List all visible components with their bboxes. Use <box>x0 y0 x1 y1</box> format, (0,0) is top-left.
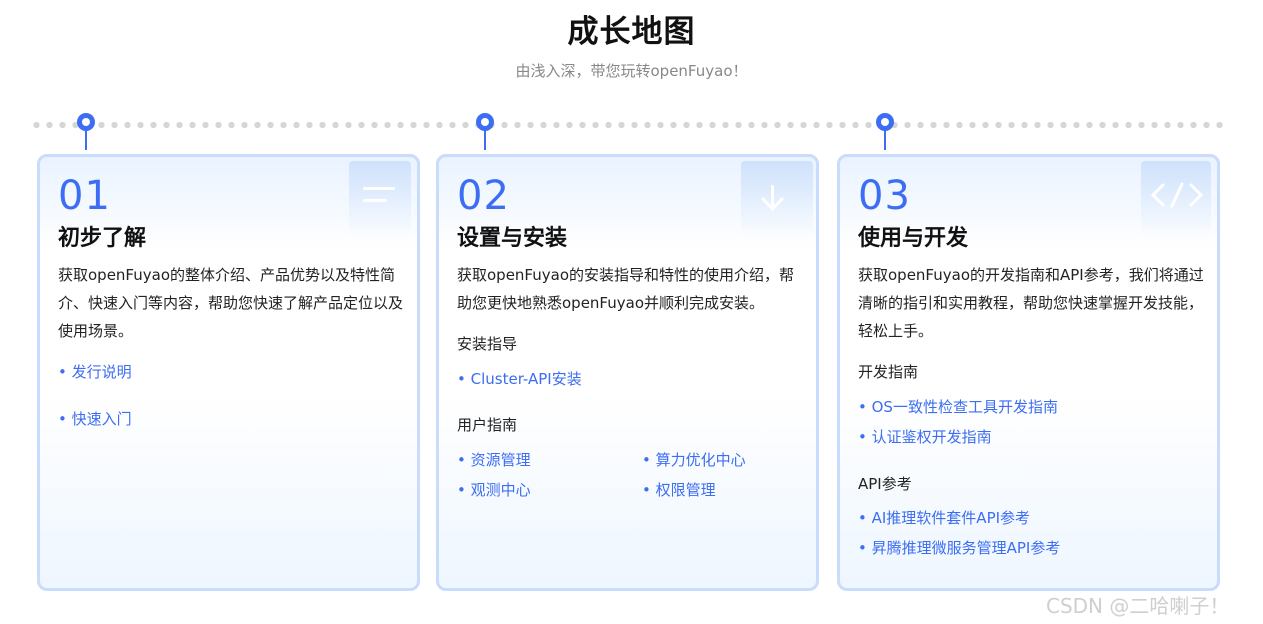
card-use-develop: 03 使用与开发 获取openFuyao的开发指南和API参考，我们将通过清晰的… <box>837 154 1220 591</box>
link-auth-dev-guide[interactable]: 认证鉴权开发指南 <box>858 426 992 447</box>
card-title: 使用与开发 <box>858 226 969 251</box>
card-number: 03 <box>858 173 911 219</box>
card-getting-started: 01 初步了解 获取openFuyao的整体介绍、产品优势以及特性简介、快速入门… <box>37 154 420 591</box>
link-ascend-inference-api[interactable]: 昇腾推理微服务管理API参考 <box>858 537 1061 558</box>
card-number: 01 <box>58 173 111 219</box>
card-number: 02 <box>457 173 510 219</box>
section-label-api-reference: API参考 <box>858 475 912 493</box>
document-lines-icon <box>349 161 411 235</box>
card-title: 设置与安装 <box>457 226 568 251</box>
page-title: 成长地图 <box>567 14 696 50</box>
section-label-user-guide: 用户指南 <box>457 416 518 434</box>
card-title: 初步了解 <box>58 226 147 251</box>
link-ai-inference-api[interactable]: AI推理软件套件API参考 <box>858 507 1030 528</box>
location-pin-icon <box>77 113 95 151</box>
timeline <box>30 120 1230 130</box>
link-permission-management[interactable]: 权限管理 <box>642 479 716 500</box>
download-arrow-icon <box>741 161 813 235</box>
link-quick-start[interactable]: 快速入门 <box>58 408 132 429</box>
link-os-consistency-dev-guide[interactable]: OS一致性检查工具开发指南 <box>858 396 1058 417</box>
card-description: 获取openFuyao的整体介绍、产品优势以及特性简介、快速入门等内容，帮助您快… <box>58 266 404 340</box>
link-resource-management[interactable]: 资源管理 <box>457 449 531 470</box>
watermark: CSDN @二哈喇子！ <box>1046 594 1230 618</box>
card-setup-install: 02 设置与安装 获取openFuyao的安装指导和特性的使用介绍，帮助您更快地… <box>436 154 819 591</box>
link-observability-center[interactable]: 观测中心 <box>457 479 531 500</box>
link-release-notes[interactable]: 发行说明 <box>58 361 132 382</box>
section-label-install-guide: 安装指导 <box>457 335 518 353</box>
timeline-dotted-line <box>30 122 1228 128</box>
page-subtitle: 由浅入深，带您玩转openFuyao！ <box>515 62 748 80</box>
card-description: 获取openFuyao的开发指南和API参考，我们将通过清晰的指引和实用教程，帮… <box>858 266 1204 340</box>
card-description: 获取openFuyao的安装指导和特性的使用介绍，帮助您更快地熟悉openFuy… <box>457 266 794 312</box>
location-pin-icon <box>876 113 894 151</box>
code-brackets-icon <box>1141 161 1211 235</box>
location-pin-icon <box>476 113 494 151</box>
link-compute-optimization-center[interactable]: 算力优化中心 <box>642 449 746 470</box>
link-cluster-api-install[interactable]: Cluster-API安装 <box>457 368 582 389</box>
section-label-dev-guide: 开发指南 <box>858 363 919 381</box>
